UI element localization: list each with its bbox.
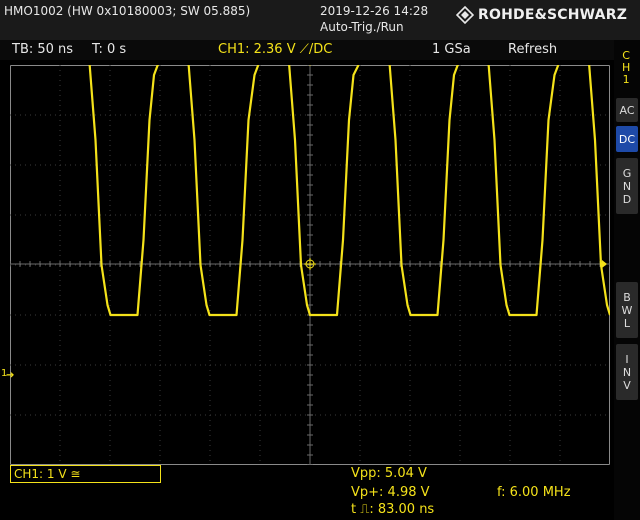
channel-label-1: 1 [622, 73, 630, 86]
vpp-measurement: Vpp: 5.04 V [351, 466, 427, 481]
pulse-width-measurement: t ⎍: 83.00 ns [351, 502, 435, 517]
trigger-center-marker [304, 258, 316, 270]
top-status-bar: HMO1002 (HW 0x10180003; SW 05.885) 2019-… [0, 0, 640, 40]
coupling-gnd-button[interactable]: GND [616, 158, 638, 214]
acquisition-mode-readout[interactable]: Refresh [508, 42, 557, 57]
bwl-letter-0: B [623, 290, 631, 304]
coupling-dc-label: DC [618, 132, 636, 146]
device-id-text: HMO1002 (HW 0x10180003; SW 05.885) [4, 4, 251, 18]
ch1-scale-text: CH1: 1 V ≅ [14, 467, 81, 481]
coupling-ac-label: AC [619, 103, 635, 117]
inv-letter-2: V [623, 378, 631, 392]
channel-label: C H 1 [622, 50, 630, 86]
frequency-measurement: f: 6.00 MHz [497, 485, 571, 500]
bwl-letter-2: L [623, 316, 631, 330]
invert-button[interactable]: INV [616, 344, 638, 400]
ch1-ground-arrow-icon: ➔ [6, 370, 15, 381]
invert-label: INV [616, 344, 638, 400]
brand-name: ROHDE&SCHWARZ [478, 7, 628, 23]
sample-rate-readout: 1 GSa [432, 42, 471, 57]
waveform-display[interactable] [10, 65, 610, 465]
datetime-text: 2019-12-26 14:28 [320, 4, 429, 18]
trigger-info-readout[interactable]: CH1: 2.36 V ⟋/DC [218, 42, 332, 57]
bandwidth-limit-button[interactable]: BWL [616, 282, 638, 338]
vp-plus-measurement: Vp+: 4.98 V [351, 485, 430, 500]
trigger-level-marker[interactable] [602, 260, 607, 268]
coupling-dc-button[interactable]: DC [616, 126, 638, 152]
info-bar: TB: 50 ns T: 0 s CH1: 2.36 V ⟋/DC 1 GSa … [0, 40, 640, 60]
inv-letter-1: N [622, 365, 632, 379]
inv-letter-0: I [625, 352, 629, 366]
ch1-scale-box[interactable]: CH1: 1 V ≅ [10, 465, 161, 483]
trigger-time-readout[interactable]: T: 0 s [92, 42, 126, 57]
bwl-letter-1: W [621, 303, 633, 317]
coupling-gnd-label: GND [616, 158, 638, 214]
bandwidth-limit-label: BWL [616, 282, 638, 338]
gnd-letter-1: N [622, 179, 632, 193]
brand-logo: ROHDE&SCHWARZ [456, 6, 627, 24]
timebase-readout[interactable]: TB: 50 ns [12, 42, 73, 57]
coupling-ac-button[interactable]: AC [616, 98, 638, 122]
gnd-letter-2: D [622, 192, 632, 206]
brand-logo-icon [456, 6, 474, 24]
gnd-letter-0: G [622, 166, 632, 180]
ch1-waveform-trace [88, 65, 610, 317]
trigger-status-text: Auto-Trig./Run [320, 20, 404, 34]
side-panel: C H 1 AC DC GND BWL INV [614, 40, 640, 520]
